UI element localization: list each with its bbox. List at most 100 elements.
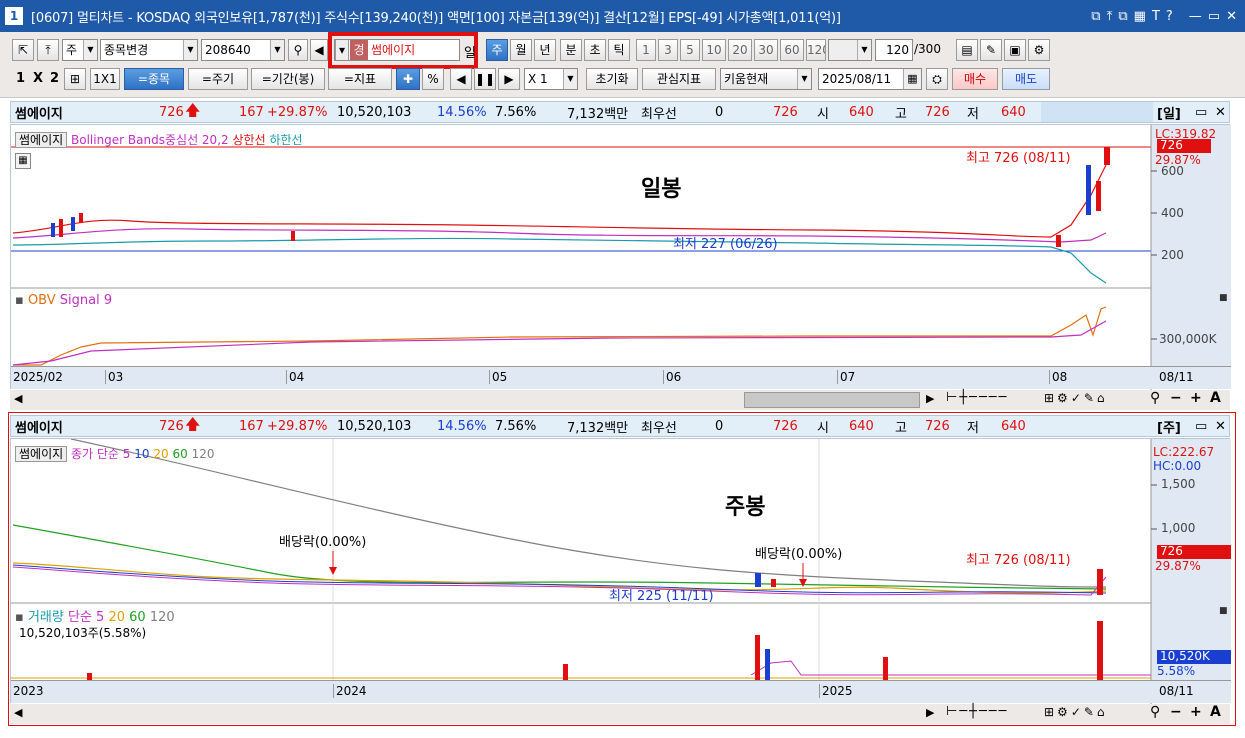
scrollbar-thumb[interactable] <box>744 392 920 408</box>
pin-icon[interactable]: ⤒ <box>1107 9 1113 24</box>
period-week-button[interactable]: 주 <box>486 39 508 61</box>
weekly-chart-panel[interactable]: 썸에이지 종가 단순 5 10 20 60 120 주봉 배당락(0.00%) … <box>10 438 1231 704</box>
close-icon[interactable]: ✕ <box>1226 9 1237 24</box>
restore-icon[interactable]: ▭ <box>1195 105 1207 120</box>
zoom-in-icon[interactable]: + <box>1190 704 1202 720</box>
interval-select[interactable]: ▼ <box>828 39 872 61</box>
scroll-left-icon[interactable]: ◀ <box>14 392 22 405</box>
reset-button[interactable]: 초기화 <box>586 68 638 90</box>
panel-menu-icon[interactable]: ■ <box>1219 293 1228 303</box>
legend-vol-ma5[interactable]: 단순 5 <box>68 610 104 625</box>
num-button-5[interactable]: 5 <box>680 39 700 61</box>
legend-stock-name[interactable]: 썸에이지 <box>15 446 68 462</box>
weekly-chart-svg[interactable] <box>11 439 1231 704</box>
maximize-icon[interactable]: ▭ <box>1208 9 1220 24</box>
daily-chart-panel[interactable]: 썸에이지 Bollinger Bands중심선 20,2 상한선 하한선 ▦ 일… <box>10 124 1231 390</box>
num-button-3[interactable]: 3 <box>658 39 678 61</box>
calendar-icon[interactable]: ▦ <box>903 69 921 89</box>
num-button-10[interactable]: 10 <box>702 39 726 61</box>
date-input[interactable]: 2025/08/11 ▦ <box>818 68 922 90</box>
period-minute-button[interactable]: 분 <box>560 39 582 61</box>
period-day-label[interactable]: 일 <box>464 42 476 61</box>
legend-stock-name[interactable]: 썸에이지 <box>15 132 68 148</box>
period-tick-button[interactable]: 틱 <box>608 39 630 61</box>
candle-settings-icon[interactable]: ▤ <box>956 39 978 61</box>
zoom-out-icon[interactable]: − <box>1170 704 1182 720</box>
scroll-right-icon[interactable]: ▶ <box>926 392 934 405</box>
close-icon[interactable]: ✕ <box>1215 105 1226 120</box>
period-select[interactable]: 주 ▼ <box>62 39 98 61</box>
zoom-out-icon[interactable]: − <box>1170 390 1182 406</box>
next-icon[interactable]: ▶ <box>498 68 520 90</box>
window-number[interactable]: 1 <box>5 7 23 25</box>
legend-ma5[interactable]: 종가 단순 5 <box>71 447 130 461</box>
period-year-button[interactable]: 년 <box>534 39 556 61</box>
tool-icons[interactable]: ⊞⚙✓✎⌂ <box>1044 705 1108 719</box>
speaker-icon[interactable]: ◀ <box>310 39 328 61</box>
legend-ma60[interactable]: 60 <box>172 447 187 461</box>
crosshair-icon[interactable]: ✚ <box>396 68 420 90</box>
num-button-120[interactable]: 120 <box>806 39 826 61</box>
count-input[interactable]: 120 <box>875 39 913 61</box>
help-icon[interactable]: ? <box>1166 9 1173 24</box>
draw-tool-icon[interactable]: ✎ <box>980 39 1002 61</box>
pin-top-icon[interactable]: ⤒ <box>37 39 59 61</box>
layout-icon[interactable]: ▦ <box>1134 9 1146 24</box>
search-icon[interactable]: ⚲ <box>1150 390 1160 406</box>
search-icon[interactable]: ⚲ <box>288 39 308 61</box>
auto-scale-icon[interactable]: A <box>1210 704 1221 720</box>
stock-name-input[interactable]: ▾ 경 썸에이지 <box>334 39 460 61</box>
legend-vol20[interactable]: 20 <box>108 610 125 625</box>
num-button-30[interactable]: 30 <box>754 39 778 61</box>
restore-icon[interactable]: ▭ <box>1195 419 1207 434</box>
percent-icon[interactable]: % <box>422 68 444 90</box>
sync-period-button[interactable]: =주기 <box>188 68 248 90</box>
font-icon[interactable]: T <box>1152 9 1160 24</box>
close-icon[interactable]: ✕ <box>1215 419 1226 434</box>
buy-button[interactable]: 매수 <box>952 68 998 90</box>
zoom-slider[interactable]: ⊢─┼─── <box>946 704 1008 719</box>
num-button-60[interactable]: 60 <box>780 39 804 61</box>
layout-1-button[interactable]: 1 <box>16 71 25 86</box>
zoom-slider[interactable]: ⊢┼──── <box>946 390 1008 405</box>
auto-scale-icon[interactable]: A <box>1210 390 1221 406</box>
legend-bb[interactable]: Bollinger Bands중심선 20,2 <box>71 133 229 147</box>
stock-change-select[interactable]: 종목변경 ▼ <box>100 39 198 61</box>
zoom-in-icon[interactable]: + <box>1190 390 1202 406</box>
sync-stock-button[interactable]: =종목 <box>124 68 184 90</box>
link-stock-icon[interactable]: ⇱ <box>12 39 34 61</box>
chart-type-icon[interactable]: ⛭ <box>926 68 948 90</box>
save-icon[interactable]: ▣ <box>1004 39 1026 61</box>
legend-ma20[interactable]: 20 <box>153 447 168 461</box>
multiplier-select[interactable]: X 1 ▼ <box>524 68 578 90</box>
legend-volume[interactable]: 거래량 <box>28 610 64 625</box>
sync-indicator-button[interactable]: =지표 <box>328 68 392 90</box>
prev-icon[interactable]: ◀ <box>450 68 472 90</box>
num-button-20[interactable]: 20 <box>728 39 752 61</box>
period-month-button[interactable]: 월 <box>510 39 532 61</box>
sell-button[interactable]: 매도 <box>1002 68 1050 90</box>
legend-obv-signal[interactable]: Signal 9 <box>60 293 112 308</box>
pause-icon[interactable]: ❚❚ <box>474 68 496 90</box>
legend-ma120[interactable]: 120 <box>192 447 215 461</box>
tool-icons[interactable]: ⊞⚙✓✎⌂ <box>1044 391 1108 405</box>
scroll-left-icon[interactable]: ◀ <box>14 706 22 719</box>
legend-upper[interactable]: 상한선 <box>232 133 265 147</box>
grid-icon[interactable]: ⊞ <box>64 68 86 90</box>
interest-indicator-button[interactable]: 관심지표 <box>642 68 716 90</box>
minimize-icon[interactable]: — <box>1189 9 1202 24</box>
legend-vol60[interactable]: 60 <box>129 610 146 625</box>
scroll-right-icon[interactable]: ▶ <box>926 706 934 719</box>
layout-1x1-button[interactable]: 1X1 <box>90 68 120 90</box>
num-button-1[interactable]: 1 <box>636 39 656 61</box>
legend-ma10[interactable]: 10 <box>134 447 149 461</box>
stock-code-input[interactable]: 208640 ▼ <box>201 39 285 61</box>
link-icon[interactable]: ⧉ <box>1091 9 1100 24</box>
legend-lower[interactable]: 하한선 <box>269 133 302 147</box>
table-icon[interactable]: ▦ <box>15 153 31 169</box>
legend-vol120[interactable]: 120 <box>150 610 175 625</box>
panel-menu-icon[interactable]: ■ <box>1219 606 1228 616</box>
gear-icon[interactable]: ⚙ <box>1028 39 1050 61</box>
legend-obv[interactable]: OBV <box>28 293 56 308</box>
period-second-button[interactable]: 초 <box>584 39 606 61</box>
